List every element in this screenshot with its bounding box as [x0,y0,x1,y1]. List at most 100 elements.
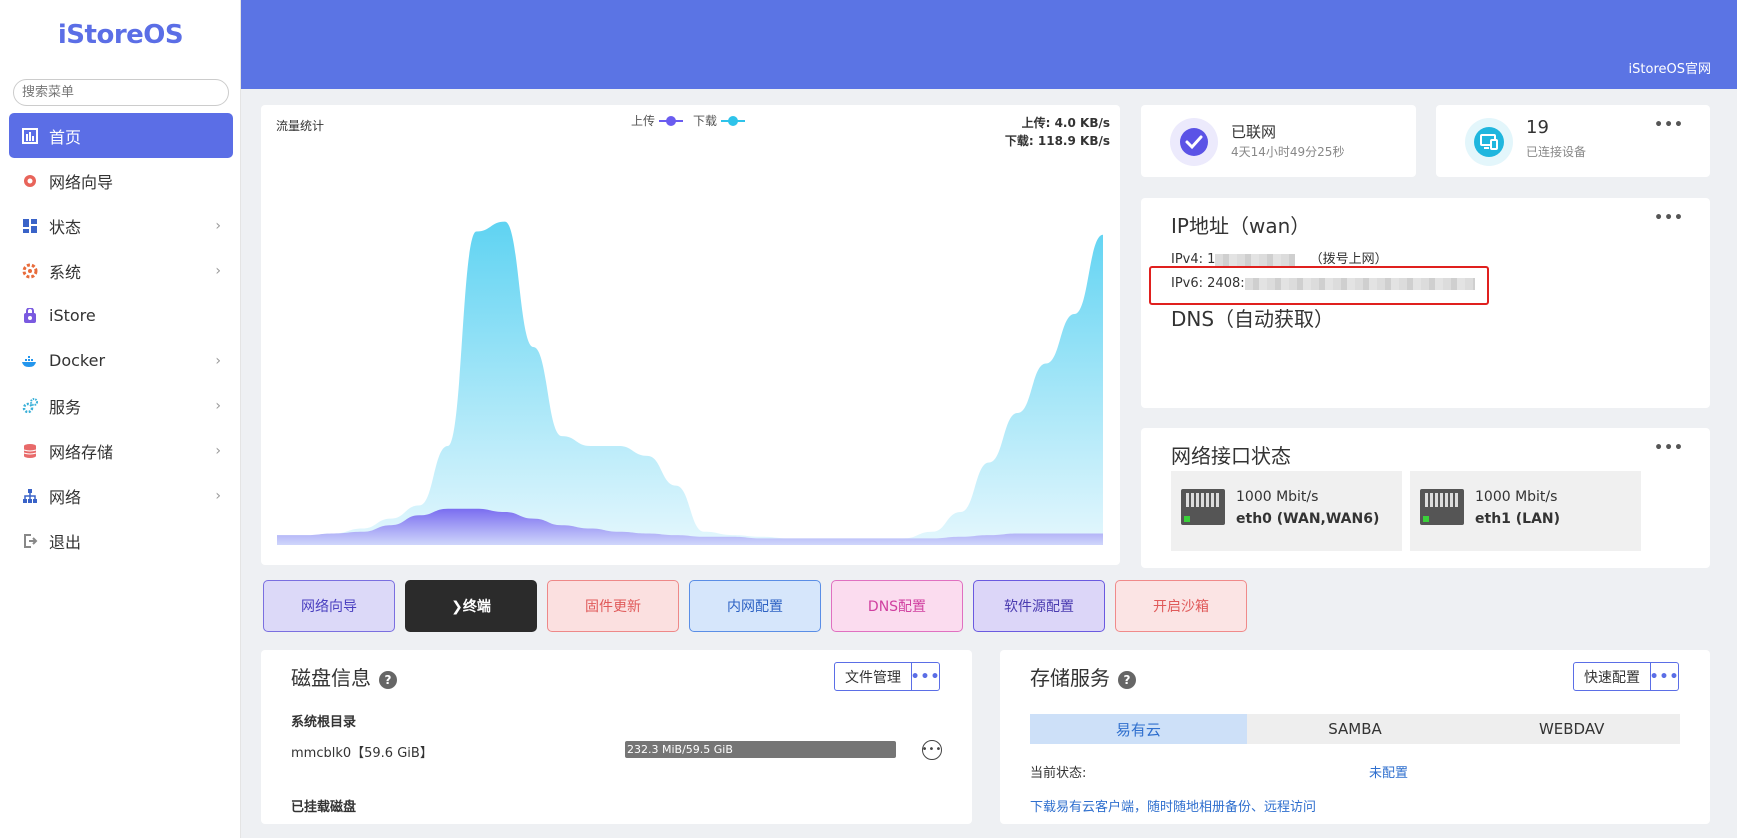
ethernet-port-icon [1181,489,1225,525]
sidebar-item-1[interactable]: 网络向导 [9,158,233,203]
device-count: 19 [1526,117,1549,138]
sidebar-item-7[interactable]: 网络存储 › [9,428,233,473]
quick-button-6[interactable]: 开启沙箱 [1115,580,1247,632]
disk-usage-text: 232.3 MiB/59.5 GiB [627,743,733,756]
net-uptime: 4天14小时49分25秒 [1231,145,1345,159]
logout-icon [21,532,39,550]
tab-webdav[interactable]: WEBDAV [1463,714,1680,744]
download-speed: 下载: 118.9 KB/s [1004,134,1110,148]
chevron-right-icon: › [215,442,221,459]
ipv6-line: IPv6: 2408: [1171,276,1475,291]
disk-actions-icon[interactable]: ••• [922,740,942,760]
download-client-link[interactable]: 下载易有云客户端，随时随地相册备份、远程访问 [1030,796,1316,815]
devices-icon [1465,118,1513,166]
sidebar-item-label: Docker [49,351,106,370]
quick-config-button[interactable]: 快速配置 [1573,662,1651,691]
sidebar-item-4[interactable]: iStore [9,293,233,338]
ipv4-redacted [1215,253,1296,266]
docker-icon [21,352,39,370]
storage-icon [21,442,39,460]
sidebar-item-2[interactable]: 状态 › [9,203,233,248]
connected-check-icon [1170,118,1218,166]
legend-download[interactable]: 下载 [693,112,746,129]
port-name: eth0 (WAN,WAN6) [1236,511,1380,527]
chevron-right-icon: › [215,262,221,279]
help-icon[interactable]: ? [379,670,397,689]
chart-legend: 上传 下载 [631,112,746,129]
net-status-title: 已联网 [1231,123,1277,141]
system-gear-icon [21,262,39,280]
help-icon[interactable]: ? [1118,670,1136,689]
sidebar-item-3[interactable]: 系统 › [9,248,233,293]
storage-card: 存储服务? 快速配置 ••• 易有云 SAMBA WEBDAV 当前状态: 未配… [1000,650,1710,824]
quick-button-2[interactable]: 固件更新 [547,580,679,632]
port-name: eth1 (LAN) [1475,511,1561,527]
sidebar-item-label: 服务 [49,397,82,417]
search-menu-input[interactable] [13,79,229,106]
storage-title: 存储服务 [1030,666,1110,690]
sidebar-item-0[interactable]: 首页 [9,113,233,158]
sidebar-item-label: 网络 [49,487,82,507]
traffic-card: 流量统计 上传 下载 上传: 4.0 KB/s 下载: 118.9 KB/s [261,105,1120,565]
ipv6-prefix: IPv6: 2408: [1171,276,1245,291]
status-value: 未配置 [1369,766,1409,781]
status-icon [21,217,39,235]
sidebar-item-9[interactable]: 退出 [9,518,233,563]
disk-usage-bar: 232.3 MiB/59.5 GiB [625,741,896,758]
ipv4-line: IPv4: 1 （拨号上网） [1171,248,1388,267]
sidebar-item-label: 网络存储 [49,442,114,462]
legend-upload-label: 上传 [631,114,656,128]
tab-samba[interactable]: SAMBA [1247,714,1464,744]
status-label: 当前状态: [1030,766,1087,781]
chevron-right-icon: › [215,352,221,369]
sidebar: iStoreOS 首页网络向导状态›系统›iStoreDocker›服务›网络存… [0,0,241,838]
sidebar-item-8[interactable]: 网络 › [9,473,233,518]
port-eth1[interactable]: 1000 Mbit/s eth1 (LAN) [1410,471,1641,551]
disk-device: mmcblk0【59.6 GiB】 [291,746,433,761]
tab-yiyouyun[interactable]: 易有云 [1030,714,1247,744]
upload-speed: 上传: 4.0 KB/s [1021,116,1110,130]
interfaces-more-icon[interactable]: ••• [1654,440,1684,456]
quick-button-5[interactable]: 软件源配置 [973,580,1105,632]
file-manager-button[interactable]: 文件管理 [834,662,912,691]
network-icon [21,487,39,505]
speed-readout: 上传: 4.0 KB/s 下载: 118.9 KB/s [1005,114,1110,150]
traffic-title: 流量统计 [276,119,325,133]
traffic-chart [277,221,1103,545]
series-area-download [277,221,1103,545]
official-site-link[interactable]: iStoreOS官网 [1629,58,1711,77]
disk-card: 磁盘信息? 文件管理 ••• 系统根目录 mmcblk0【59.6 GiB】 2… [261,650,972,824]
sidebar-item-label: 系统 [49,262,82,282]
ip-more-icon[interactable]: ••• [1654,210,1684,226]
interfaces-title: 网络接口状态 [1171,444,1291,468]
storage-tabs: 易有云 SAMBA WEBDAV [1030,714,1680,744]
legend-download-line-icon [721,115,746,126]
quick-button-0[interactable]: 网络向导 [263,580,395,632]
ipv4-note: （拨号上网） [1309,252,1388,267]
legend-upload[interactable]: 上传 [631,112,684,129]
chevron-right-icon: › [215,217,221,234]
nav-menu: 首页 网络向导 状态 › 系统 › iStore Docker › 服务 › 网络存储 › 网络 › 退出 [9,113,233,563]
sidebar-item-label: 状态 [49,217,82,237]
root-dir-label: 系统根目录 [291,715,357,730]
devices-more-icon[interactable]: ••• [1654,117,1684,133]
sidebar-item-label: 退出 [49,532,82,552]
ipv4-prefix: IPv4: 1 [1171,252,1216,267]
disk-more-icon[interactable]: ••• [911,662,940,691]
quick-button-4[interactable]: DNS配置 [831,580,963,632]
legend-upload-line-icon [659,115,684,126]
sidebar-item-label: 网络向导 [49,172,114,192]
sidebar-item-6[interactable]: 服务 › [9,383,233,428]
sidebar-item-label: iStore [49,306,96,325]
interfaces-card: 网络接口状态 ••• 1000 Mbit/s eth0 (WAN,WAN6) 1… [1141,428,1710,568]
dns-title: DNS（自动获取） [1171,307,1335,331]
sidebar-item-5[interactable]: Docker › [9,338,233,383]
port-eth0[interactable]: 1000 Mbit/s eth0 (WAN,WAN6) [1171,471,1402,551]
mounted-disks-label: 已挂载磁盘 [291,800,357,815]
devices-card: 19 已连接设备 ••• [1436,105,1710,177]
legend-download-label: 下载 [693,114,718,128]
quick-button-3[interactable]: 内网配置 [689,580,821,632]
quick-button-1[interactable]: ❯终端 [405,580,537,632]
storage-more-icon[interactable]: ••• [1650,662,1679,691]
sidebar-item-label: 首页 [49,127,82,147]
